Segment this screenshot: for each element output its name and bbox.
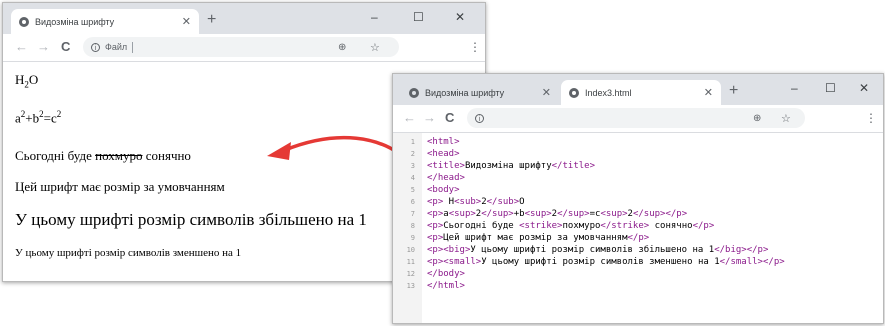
line-number: 10 [406,246,415,254]
close-tab-icon[interactable]: ✕ [704,86,713,99]
line-number: 6 [410,198,415,206]
code-text: <p><small>У цьому шрифті розмір символів… [427,257,785,267]
browser-toolbar: ← → C i Файл ⊕ ☆ ⋮ [3,34,485,62]
line-number: 8 [410,222,415,230]
big-size-line: У цьому шрифті розмір символів збільшено… [15,210,367,229]
strike-line: Сьогодні буде похмуро сонячно [15,148,191,163]
forward-icon[interactable]: → [423,111,436,124]
h2o-line: H2O [15,72,39,90]
line-number: 12 [406,270,415,278]
code-text: <title>Видозміна шрифту</title> [427,161,595,171]
line-number: 2 [410,150,415,158]
close-window-icon[interactable]: ✕ [859,82,869,94]
minimize-icon[interactable]: – [791,82,798,94]
line-number: 5 [410,186,415,194]
reload-icon[interactable]: C [61,40,70,53]
browser-window-source: Видозміна шрифту ✕ Index3.html ✕ + – ☐ ✕… [392,73,884,324]
browser-toolbar: ← → C i ⊕ ☆ ⋮ [393,105,883,133]
code-text: <p>Сьогодні буде <strike>похмуро</strike… [427,221,715,231]
address-bar[interactable]: i Файл ⊕ ☆ [83,37,399,57]
code-text: <html> [427,137,460,147]
formula-line: a2+b2=c2 [15,109,62,126]
line-number: 4 [410,174,415,182]
code-text: <p>a<sup>2</sup>+b<sup>2</sup>=c<sup>2</… [427,209,688,219]
code-text: <head> [427,149,460,159]
close-tab-icon[interactable]: ✕ [182,15,191,28]
line-number: 13 [406,282,415,290]
bookmark-star-icon[interactable]: ☆ [370,41,380,54]
line-number: 1 [410,138,415,146]
code-text: </body> [427,269,465,279]
new-tab-icon[interactable]: + [207,12,216,28]
back-icon[interactable]: ← [403,111,416,124]
tab-title: Видозміна шрифту [35,16,115,27]
tab-font-variation[interactable]: Видозміна шрифту ✕ [11,9,199,34]
info-icon[interactable]: i [475,113,484,123]
tab-strip: Видозміна шрифту ✕ + – ☐ ✕ [3,3,485,34]
zoom-icon[interactable]: ⊕ [753,113,761,124]
code-text: <body> [427,185,460,195]
address-bar[interactable]: i ⊕ ☆ [467,108,805,128]
bookmark-star-icon[interactable]: ☆ [781,112,791,125]
back-icon[interactable]: ← [15,40,28,53]
code-text: <p><big>У цьому шрифті розмір символів з… [427,245,769,255]
forward-icon[interactable]: → [37,40,50,53]
maximize-icon[interactable]: ☐ [413,11,424,23]
cursor [132,41,134,53]
info-icon[interactable]: i [91,42,100,52]
small-size-line: У цьому шрифті розмір символів зменшено … [15,247,242,259]
line-number: 11 [406,258,415,266]
menu-icon[interactable]: ⋮ [469,40,481,54]
globe-icon [409,87,419,98]
reload-icon[interactable]: C [445,111,454,124]
tab-font-variation[interactable]: Видозміна шрифту ✕ [401,80,559,105]
address-text: Файл [105,42,128,52]
tab-title: Видозміна шрифту [425,87,505,98]
code-text: </head> [427,173,465,183]
code-text: </html> [427,281,465,291]
tab-index3[interactable]: Index3.html ✕ [561,80,721,105]
menu-icon[interactable]: ⋮ [865,111,877,125]
new-tab-icon[interactable]: + [729,83,738,99]
line-number: 7 [410,210,415,218]
zoom-icon[interactable]: ⊕ [338,42,346,53]
normal-size-line: Цей шрифт має розмір за умовчанням [15,179,225,194]
minimize-icon[interactable]: – [371,11,378,23]
source-code-view: 1 <html> 2 <head> 3 <title>Видозміна шрифту</… [393,133,883,323]
globe-icon [19,16,29,27]
line-number: 3 [410,162,415,170]
code-text: <p>Цей шрифт має розмір за умовчанням</p… [427,233,650,243]
close-window-icon[interactable]: ✕ [455,11,465,23]
tab-title: Index3.html [585,87,632,98]
tab-strip: Видозміна шрифту ✕ Index3.html ✕ + – ☐ ✕ [393,74,883,105]
code-text: <p> H<sub>2</sub>O [427,197,525,207]
line-number: 9 [410,234,415,242]
maximize-icon[interactable]: ☐ [825,82,836,94]
close-tab-icon[interactable]: ✕ [542,86,551,99]
globe-icon [569,87,579,98]
